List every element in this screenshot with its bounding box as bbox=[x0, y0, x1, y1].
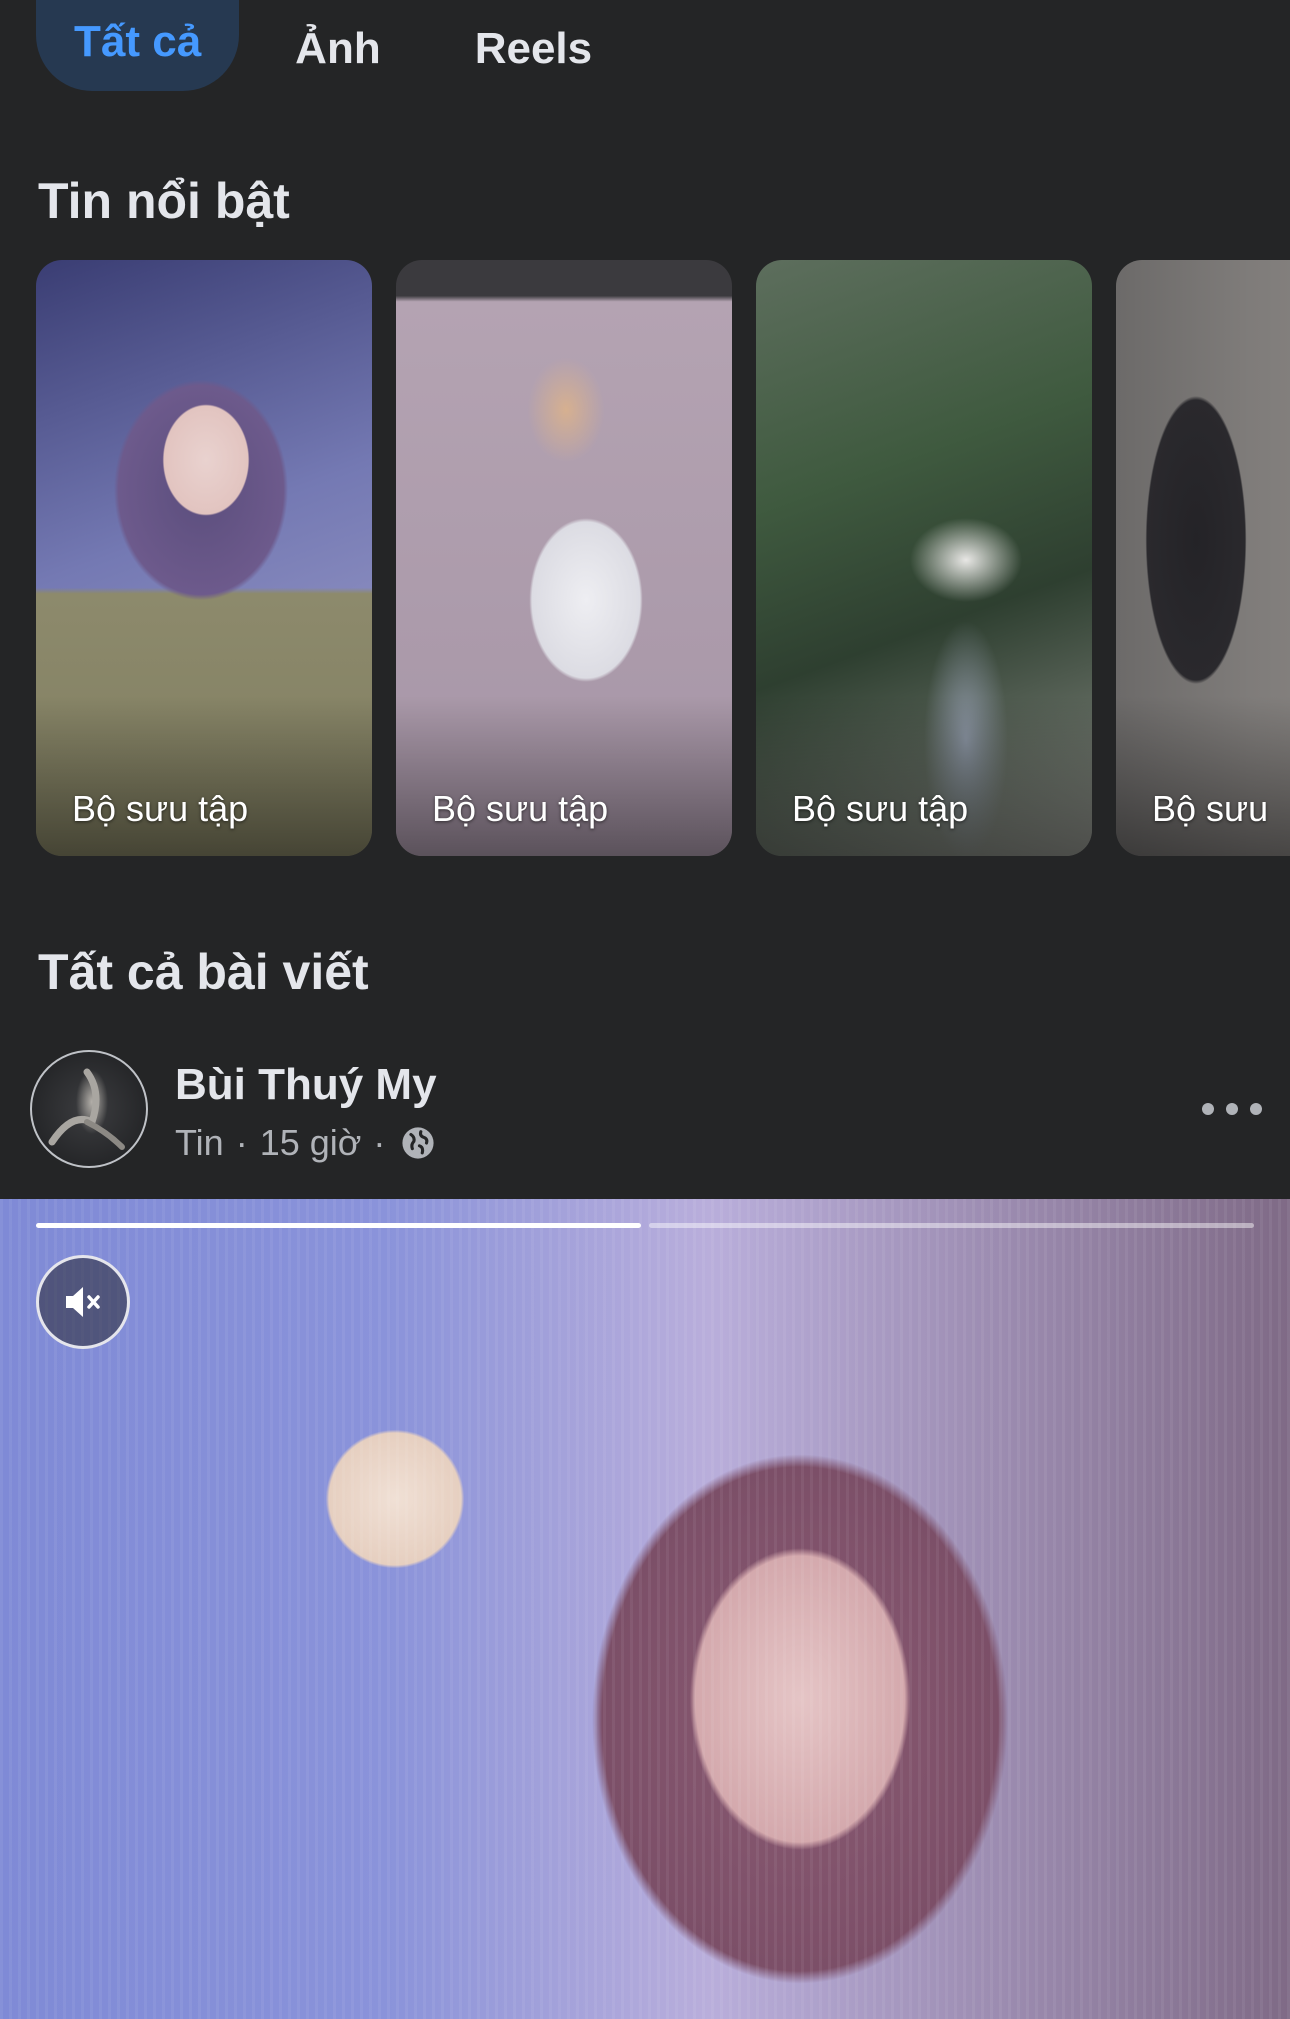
speaker-muted-icon bbox=[66, 1287, 100, 1317]
story-media[interactable] bbox=[0, 1199, 1290, 2019]
highlight-label: Bộ sưu tập bbox=[792, 788, 969, 829]
post-time[interactable]: 15 giờ bbox=[260, 1122, 362, 1164]
story-progress-fill bbox=[36, 1223, 641, 1228]
highlight-card[interactable]: Bộ sưu bbox=[1116, 260, 1290, 856]
meta-separator: · bbox=[373, 1122, 386, 1163]
tab-reels[interactable]: Reels bbox=[437, 0, 630, 98]
highlight-label: Bộ sưu tập bbox=[72, 788, 249, 829]
more-horizontal-icon[interactable] bbox=[1202, 1094, 1262, 1124]
post-type: Tin bbox=[175, 1122, 224, 1163]
highlight-card[interactable]: Bộ sưu tập bbox=[36, 260, 372, 856]
posts-heading: Tất cả bài viết bbox=[38, 944, 369, 1000]
highlight-label: Bộ sưu bbox=[1152, 788, 1269, 829]
avatar-image bbox=[48, 1068, 125, 1150]
highlights-heading: Tin nổi bật bbox=[38, 173, 290, 229]
tab-all[interactable]: Tất cả bbox=[36, 0, 240, 91]
story-progress-segment bbox=[36, 1223, 641, 1228]
highlight-card[interactable]: Bộ sưu tập bbox=[756, 260, 1092, 856]
highlight-card[interactable]: Bộ sưu tập bbox=[396, 260, 732, 856]
meta-separator: · bbox=[235, 1122, 248, 1163]
highlights-carousel[interactable]: Bộ sưu tập Bộ sưu tập Bộ sưu tập Bộ sưu bbox=[36, 260, 1290, 856]
story-progress-segment bbox=[649, 1223, 1254, 1228]
filter-tabs: Tất cả Ảnh Reels bbox=[36, 0, 630, 98]
mute-button[interactable] bbox=[36, 1255, 130, 1349]
post-header: Bùi Thuý My Tin · 15 giờ · bbox=[30, 1050, 1270, 1168]
author-name[interactable]: Bùi Thuý My bbox=[175, 1060, 437, 1110]
highlight-label: Bộ sưu tập bbox=[432, 788, 609, 829]
tab-photos[interactable]: Ảnh bbox=[257, 0, 419, 98]
avatar[interactable] bbox=[30, 1050, 148, 1168]
story-progress bbox=[36, 1223, 1254, 1228]
globe-icon bbox=[402, 1127, 434, 1159]
post-meta: Tin · 15 giờ · bbox=[175, 1122, 435, 1164]
